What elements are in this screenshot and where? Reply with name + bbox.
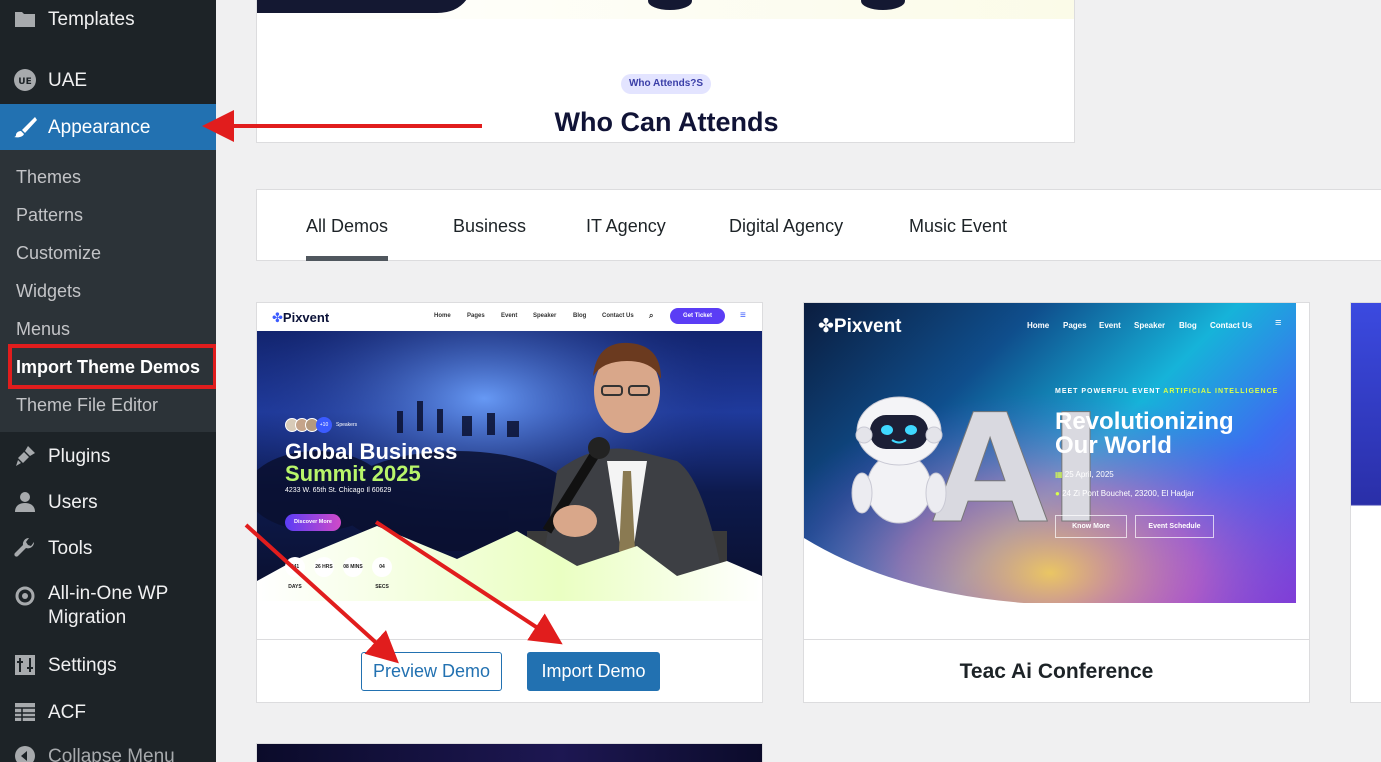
submenu-customize[interactable]: Customize xyxy=(16,241,101,265)
preview-badge: Who Attends?S xyxy=(621,74,711,94)
thumb-hero: +10 Speakers Global Business Summit 2025… xyxy=(257,331,762,601)
thumb-nav-link: Pages xyxy=(1063,321,1087,330)
demo-card-business-summit: ✤Pixvent Home Pages Event Speaker Blog C… xyxy=(256,302,763,703)
submenu-theme-file-editor[interactable]: Theme File Editor xyxy=(16,393,158,417)
appearance-submenu: Themes Patterns Customize Widgets Menus … xyxy=(0,150,216,432)
menu-label: Tools xyxy=(48,537,93,559)
thumb-date: ▦ 25 April, 2025 xyxy=(1055,470,1114,479)
thumb-logo: ✤Pixvent xyxy=(818,316,902,337)
demo-card-partial-bottom xyxy=(256,743,763,762)
demo-card-title: Teac Ai Conference xyxy=(959,660,1154,683)
users-icon xyxy=(12,490,37,515)
thumb-nav-link: Home xyxy=(1027,321,1050,330)
menu-item-acf[interactable]: ACF xyxy=(0,699,216,725)
thumb-menu-icon: ≡ xyxy=(1275,317,1282,329)
uae-icon: UE xyxy=(12,68,37,93)
menu-label: Settings xyxy=(48,654,117,676)
thumb-nav-link: Home xyxy=(434,313,451,319)
menu-item-migration[interactable]: All-in-One WP Migration xyxy=(0,581,216,633)
preview-top-decoration xyxy=(257,0,1074,19)
admin-sidebar: Templates UE UAE Appearance Themes Patte… xyxy=(0,0,216,762)
menu-item-plugins[interactable]: Plugins xyxy=(0,443,216,469)
tab-music-event[interactable]: Music Event xyxy=(909,190,1007,262)
menu-item-tools[interactable]: Tools xyxy=(0,535,216,561)
menu-label: ACF xyxy=(48,701,86,723)
menu-label: Plugins xyxy=(48,445,111,467)
thumb-logo: ✤Pixvent xyxy=(272,310,330,325)
thumb-countdown-hours: 26 HRS xyxy=(314,557,334,577)
tab-all-demos[interactable]: All Demos xyxy=(306,190,389,261)
menu-item-appearance[interactable]: Appearance xyxy=(0,104,216,150)
thumb-nav-link: Contact Us xyxy=(602,313,634,319)
thumb-address: 4233 W. 65th St. Chicago Il 60629 xyxy=(285,487,392,494)
submenu-menus[interactable]: Menus xyxy=(16,317,70,341)
menu-item-collapse[interactable]: Collapse Menu xyxy=(0,743,216,762)
thumb-search-icon: ⌕ xyxy=(649,311,654,320)
thumb-event-schedule-button: Event Schedule xyxy=(1135,515,1214,538)
import-demo-button[interactable]: Import Demo xyxy=(527,652,660,691)
thumb-nav-link: Speaker xyxy=(533,313,557,319)
top-demo-preview: Who Attends?S Who Can Attends xyxy=(256,0,1075,143)
tab-digital-agency[interactable]: Digital Agency xyxy=(729,190,843,262)
thumb-nav-link: Event xyxy=(1099,321,1121,330)
collapse-icon xyxy=(12,744,37,762)
thumb-countdown-days: 341 DAYS xyxy=(285,557,305,590)
thumb-menu-icon: ≡ xyxy=(740,310,746,321)
demo-thumbnail[interactable]: AI ✤Pixvent Home Pages Event Speaker Blo… xyxy=(804,303,1296,603)
thumb-ticket-button: Get Ticket xyxy=(670,308,725,324)
menu-label: Appearance xyxy=(48,116,151,138)
demo-card-footer: Teac Ai Conference xyxy=(804,639,1309,702)
paintbrush-icon xyxy=(12,115,37,140)
menu-item-users[interactable]: Users xyxy=(0,489,216,515)
thumb-nav-link: Event xyxy=(501,313,518,319)
thumb-nav-link: Pages xyxy=(467,313,485,319)
tab-it-agency[interactable]: IT Agency xyxy=(586,190,666,262)
menu-item-settings[interactable]: Settings xyxy=(0,652,216,678)
thumb-know-more-button: Know More xyxy=(1055,515,1127,538)
demo-card-ai-conference: AI ✤Pixvent Home Pages Event Speaker Blo… xyxy=(803,302,1310,703)
demo-thumbnail[interactable] xyxy=(257,744,762,762)
thumb-countdown-mins: 08 MINS xyxy=(343,557,363,577)
thumb-nav-link: Blog xyxy=(573,313,587,319)
demo-card-actions: Preview Demo Import Demo xyxy=(257,639,762,702)
demo-card-partial xyxy=(1350,302,1381,703)
settings-icon xyxy=(12,653,37,678)
preview-heading: Who Can Attends xyxy=(554,107,779,137)
plugin-icon xyxy=(12,444,37,469)
thumb-nav-link: Contact Us xyxy=(1210,321,1253,330)
tab-business[interactable]: Business xyxy=(453,190,526,262)
svg-text:UE: UE xyxy=(18,77,31,87)
acf-icon xyxy=(12,700,37,725)
thumb-nav-link: Blog xyxy=(1179,321,1197,330)
menu-label: UAE xyxy=(48,69,88,91)
thumb-tagline: MEET POWERFUL EVENT ARTIFICIAL INTELLIGE… xyxy=(1055,388,1279,395)
thumb-navbar: ✤Pixvent Home Pages Event Speaker Blog C… xyxy=(257,303,762,331)
thumb-location: ● 24 Zi Pont Bouchet, 23200, El Hadjar xyxy=(1055,489,1195,498)
submenu-patterns[interactable]: Patterns xyxy=(16,203,83,227)
wrench-icon xyxy=(12,536,37,561)
demo-thumbnail[interactable]: ✤Pixvent Home Pages Event Speaker Blog C… xyxy=(257,303,762,639)
thumb-title: Global Business Summit 2025 xyxy=(285,439,458,486)
menu-label: Templates xyxy=(48,8,135,30)
thumb-title: Revolutionizing Our World xyxy=(1055,408,1234,459)
menu-label: All-in-One WP Migration xyxy=(48,583,169,628)
migration-icon xyxy=(12,583,37,608)
tab-label: All Demos xyxy=(306,216,389,236)
demo-thumbnail[interactable] xyxy=(1351,303,1381,639)
submenu-widgets[interactable]: Widgets xyxy=(16,279,81,303)
thumb-countdown-secs: 04 SECS xyxy=(372,557,392,590)
preview-demo-button[interactable]: Preview Demo xyxy=(361,652,502,691)
thumb-nav-link: Speaker xyxy=(1134,321,1166,330)
submenu-themes[interactable]: Themes xyxy=(16,165,81,189)
folder-icon xyxy=(12,7,37,32)
thumb-speakers: +10 Speakers xyxy=(285,417,357,433)
menu-label: Collapse Menu xyxy=(48,745,175,762)
thumb-discover-button: Discover More xyxy=(285,514,341,531)
annotation-highlight-box xyxy=(8,344,216,389)
menu-label: Users xyxy=(48,491,98,513)
menu-item-uae[interactable]: UE UAE xyxy=(0,67,216,93)
menu-item-templates[interactable]: Templates xyxy=(0,6,216,32)
demo-filter-tabs: All Demos Business IT Agency Digital Age… xyxy=(256,189,1381,261)
